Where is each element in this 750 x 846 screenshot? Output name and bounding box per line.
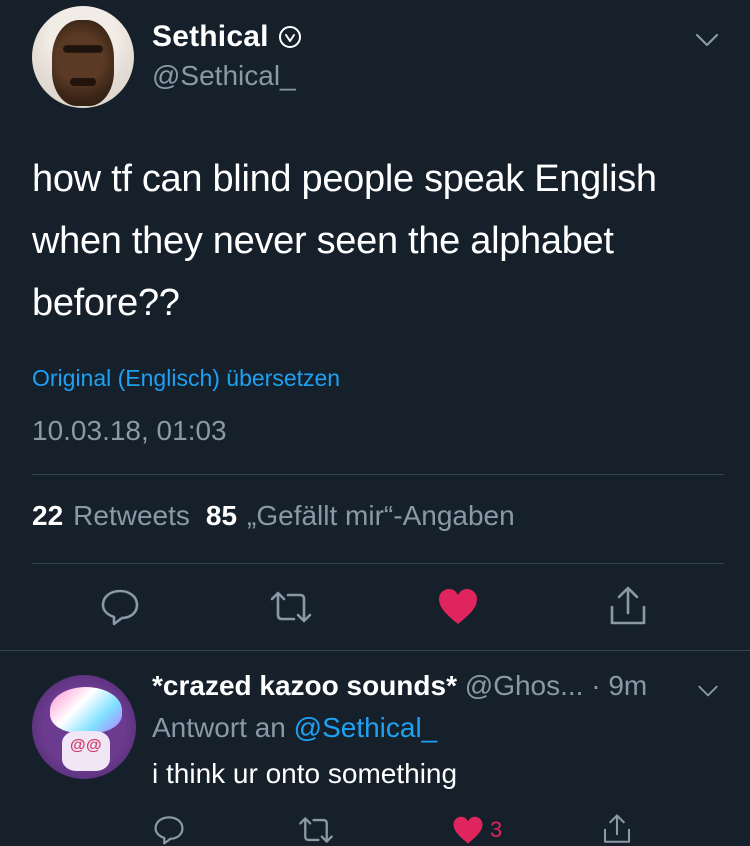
- chevron-down-icon[interactable]: [695, 32, 719, 48]
- reply-avatar[interactable]: [32, 675, 136, 779]
- share-button[interactable]: [606, 584, 650, 628]
- author-avatar[interactable]: [32, 6, 134, 108]
- author-name-row[interactable]: Sethical: [152, 20, 301, 54]
- retweet-count[interactable]: 22: [32, 500, 63, 532]
- reply-like-count: 3: [490, 817, 503, 842]
- reply-button[interactable]: [98, 587, 142, 627]
- avatar-stem: [62, 731, 110, 771]
- author-name[interactable]: Sethical: [152, 20, 269, 54]
- divider: [32, 563, 724, 564]
- translate-link[interactable]: Original (Englisch) übersetzen: [32, 365, 340, 392]
- reply-icon: [154, 816, 184, 845]
- reply-retweet-button[interactable]: [296, 815, 336, 845]
- heart-icon: [453, 816, 483, 843]
- reply-text: i think ur onto something: [152, 758, 458, 789]
- avatar-cap: [50, 687, 122, 733]
- retweet-label[interactable]: Retweets: [73, 500, 190, 532]
- avatar-face: [52, 20, 114, 106]
- like-label[interactable]: „Gefällt mir“-Angaben: [247, 500, 515, 532]
- like-button[interactable]: [436, 586, 480, 628]
- reply-reply-button[interactable]: [152, 814, 186, 846]
- heart-icon: [439, 589, 477, 624]
- divider: [32, 474, 724, 475]
- chevron-down-icon[interactable]: [697, 684, 719, 698]
- reply-header: *crazed kazoo sounds* @Ghos... · 9m: [152, 670, 647, 702]
- reply-time: · 9m: [591, 670, 648, 701]
- like-count[interactable]: 85: [206, 500, 237, 532]
- reply-mention[interactable]: @Sethical_: [294, 712, 438, 743]
- reply-to-line: Antwort an @Sethical_: [152, 712, 437, 744]
- tweet-text-line: how tf can blind people speak English: [32, 158, 657, 200]
- reply-like-button[interactable]: 3: [452, 815, 502, 845]
- tweet-text: how tf can blind people speak English wh…: [32, 148, 732, 334]
- reply-share-button[interactable]: [600, 812, 634, 846]
- retweet-icon: [299, 817, 333, 843]
- retweet-icon: [270, 591, 312, 623]
- divider: [0, 650, 750, 651]
- author-handle[interactable]: @Sethical_: [152, 60, 296, 92]
- share-icon: [603, 814, 631, 843]
- verified-badge-icon: [278, 26, 301, 48]
- reply-prefix: Antwort an: [152, 712, 286, 743]
- engagement-stats: 22 Retweets 85 „Gefällt mir“-Angaben: [32, 500, 515, 532]
- retweet-button[interactable]: [268, 587, 314, 627]
- tweet-timestamp: 10.03.18, 01:03: [32, 415, 227, 446]
- reply-author-handle[interactable]: @Ghos...: [465, 670, 584, 701]
- tweet-text-line: when they never seen the alphabet: [32, 220, 614, 262]
- reply-icon: [101, 589, 139, 626]
- share-icon: [610, 586, 646, 625]
- reply-author-name[interactable]: *crazed kazoo sounds*: [152, 670, 457, 701]
- tweet-text-line: before??: [32, 282, 180, 324]
